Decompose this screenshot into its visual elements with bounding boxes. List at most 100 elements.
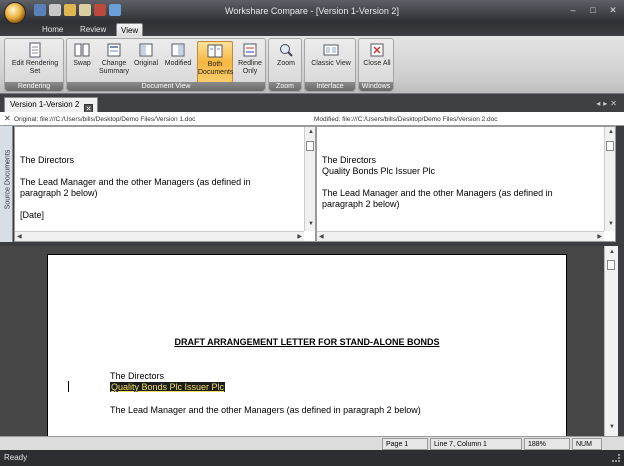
tab-home[interactable]: Home: [38, 23, 67, 36]
modified-line: The Lead Manager and the other Managers …: [322, 188, 553, 198]
document-tab-strip: Version 1-Version 2: [0, 94, 624, 112]
original-line: [Date]: [20, 210, 45, 220]
original-doc-icon: [139, 43, 153, 57]
scroll-down-icon[interactable]: ▼: [609, 424, 615, 430]
group-windows: Close All Windows: [358, 38, 394, 92]
status-zoom: 188%: [524, 438, 570, 450]
document-page[interactable]: DRAFT ARRANGEMENT LETTER FOR STAND-ALONE…: [47, 254, 567, 436]
original-text: The Directors The Lead Manager and the o…: [20, 155, 302, 221]
change-marker: [68, 381, 69, 392]
status-page: Page 1: [382, 438, 428, 450]
source-documents-side-tab[interactable]: Source Documents: [0, 126, 13, 242]
scroll-up-icon[interactable]: ▲: [308, 129, 314, 135]
group-zoom: Zoom Zoom: [268, 38, 302, 92]
scroll-thumb[interactable]: [606, 141, 614, 151]
change-summary-button[interactable]: Change Summary: [97, 41, 131, 83]
title-bar: Workshare Compare - [Version 1-Version 2…: [0, 0, 624, 24]
change-summary-label: Change Summary: [99, 60, 129, 75]
scroll-up-icon[interactable]: ▲: [609, 249, 615, 255]
redline-icon: [243, 43, 257, 57]
modified-document-pane[interactable]: The Directors Quality Bonds Plc Issuer P…: [316, 126, 616, 242]
close-all-label: Close All: [363, 60, 391, 67]
classic-view-label: Classic View: [311, 60, 351, 67]
both-documents-button[interactable]: Both Documents: [197, 41, 233, 83]
swap-button[interactable]: Swap: [69, 41, 95, 83]
both-docs-icon: [207, 44, 223, 58]
original-path: Original: file:///C:/Users/bills/Desktop…: [14, 116, 196, 123]
original-label: Original: [133, 60, 159, 67]
application-orb-button[interactable]: [4, 2, 26, 24]
scroll-up-icon[interactable]: ▲: [608, 129, 614, 135]
status-position: Line 7, Column 1: [430, 438, 522, 450]
close-window-button[interactable]: ✕: [606, 4, 620, 16]
tab-scroll-arrows[interactable]: ◂▸✕: [596, 99, 620, 108]
close-all-icon: [370, 43, 384, 57]
group-label-rendering: Rendering: [5, 82, 63, 91]
modified-button[interactable]: Modified: [161, 41, 195, 83]
scroll-down-icon[interactable]: ▼: [308, 221, 314, 227]
both-documents-label: Both Documents: [198, 61, 234, 76]
group-document-view: Swap Change Summary Original Modified Bo…: [66, 38, 266, 92]
zoom-label: Zoom: [277, 60, 295, 67]
modified-vertical-scrollbar[interactable]: ▲ ▼: [604, 127, 615, 231]
modified-line: The Directors: [322, 155, 377, 165]
scroll-left-icon[interactable]: ◀: [17, 233, 22, 240]
insertion-highlight: Quality Bonds Plc Issuer Plc: [110, 382, 226, 392]
ribbon-tab-row: Home Review View: [0, 22, 624, 36]
summary-icon: [107, 43, 121, 57]
maximize-button[interactable]: □: [586, 4, 600, 16]
classic-view-button[interactable]: Classic View: [307, 41, 355, 83]
redline-only-button[interactable]: Redline Only: [235, 41, 265, 83]
comparison-document-area[interactable]: DRAFT ARRANGEMENT LETTER FOR STAND-ALONE…: [0, 246, 604, 436]
group-label-windows: Windows: [359, 82, 393, 91]
document-icon: [29, 42, 41, 58]
tab-view[interactable]: View: [116, 23, 144, 36]
window-title: Workshare Compare - [Version 1-Version 2…: [225, 6, 399, 16]
status-num: NUM: [572, 438, 602, 450]
close-all-button[interactable]: Close All: [361, 41, 393, 83]
original-line: The Directors: [20, 155, 75, 165]
modified-horizontal-scrollbar[interactable]: ◀ ▶: [317, 231, 604, 241]
group-rendering: Edit Rendering Set Rendering: [4, 38, 64, 92]
modified-doc-icon: [171, 43, 185, 57]
edit-rendering-set-button[interactable]: Edit Rendering Set: [7, 41, 63, 83]
scroll-left-icon[interactable]: ◀: [319, 233, 324, 240]
original-horizontal-scrollbar[interactable]: ◀ ▶: [15, 231, 304, 241]
modified-line: Quality Bonds Plc Issuer Plc: [322, 166, 436, 176]
scroll-right-icon[interactable]: ▶: [297, 233, 302, 240]
document-line-inserted: Quality Bonds Plc Issuer Plc: [110, 382, 226, 392]
modified-text: The Directors Quality Bonds Plc Issuer P…: [322, 155, 553, 210]
group-label-zoom: Zoom: [269, 82, 301, 91]
redline-only-label: Redline Only: [238, 60, 262, 75]
original-button[interactable]: Original: [131, 41, 161, 83]
scroll-down-icon[interactable]: ▼: [608, 221, 614, 227]
scroll-right-icon[interactable]: ▶: [597, 233, 602, 240]
zoom-button[interactable]: Zoom: [271, 41, 301, 83]
document-line-managers: The Lead Manager and the other Managers …: [110, 405, 421, 415]
close-source-pane-icon[interactable]: ✕: [4, 114, 11, 123]
source-documents-header: ✕ Original: file:///C:/Users/bills/Deskt…: [0, 112, 624, 126]
scroll-thumb[interactable]: [607, 260, 615, 270]
magnifier-icon: [280, 44, 293, 57]
group-label-interface: Interface: [305, 82, 355, 91]
resize-grip-icon[interactable]: [612, 454, 620, 462]
status-bar: Page 1 Line 7, Column 1 188% NUM: [0, 436, 624, 450]
swap-label: Swap: [73, 60, 91, 67]
modified-line: paragraph 2 below): [322, 199, 400, 209]
app-status: Ready: [0, 450, 624, 466]
original-vertical-scrollbar[interactable]: ▲ ▼: [304, 127, 315, 231]
document-heading: DRAFT ARRANGEMENT LETTER FOR STAND-ALONE…: [174, 337, 440, 347]
group-label-document-view: Document View: [67, 82, 265, 91]
document-vertical-scrollbar[interactable]: ▲ ▼: [604, 246, 618, 436]
scroll-thumb[interactable]: [306, 141, 314, 151]
swap-icon: [74, 43, 90, 57]
original-line: paragraph 2 below): [20, 188, 98, 198]
classic-view-icon: [323, 44, 339, 56]
group-interface: Classic View Interface: [304, 38, 356, 92]
tab-review[interactable]: Review: [76, 23, 110, 36]
edit-rendering-set-label: Edit Rendering Set: [11, 60, 59, 75]
modified-label: Modified: [164, 60, 192, 67]
minimize-button[interactable]: –: [566, 4, 580, 16]
original-line: The Lead Manager and the other Managers …: [20, 177, 251, 187]
original-document-pane[interactable]: The Directors The Lead Manager and the o…: [14, 126, 316, 242]
